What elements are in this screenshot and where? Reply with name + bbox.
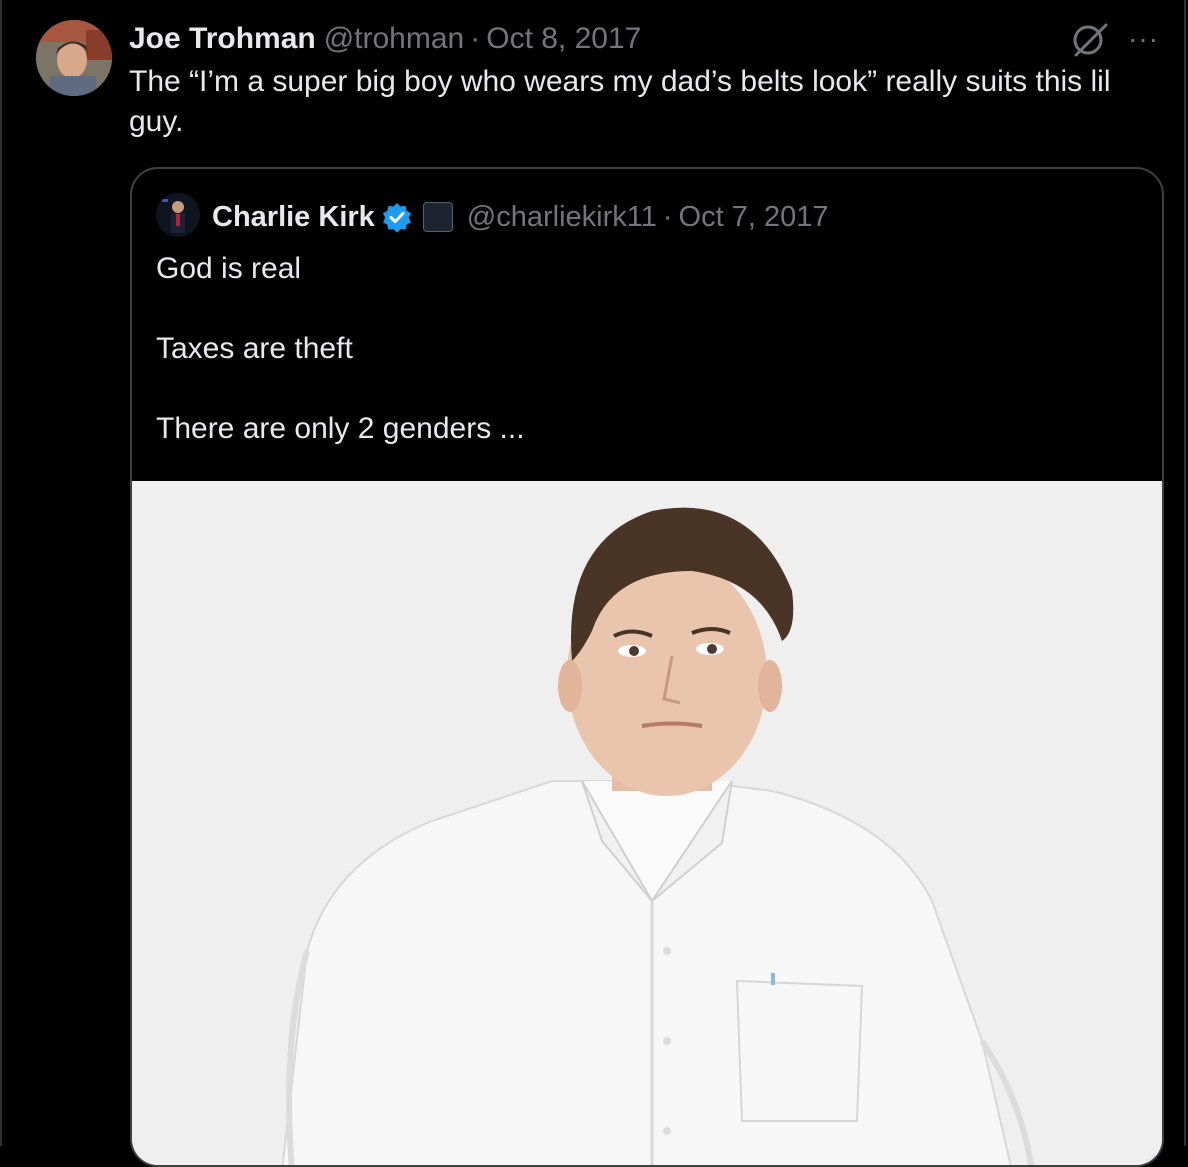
author-avatar[interactable] xyxy=(36,20,112,96)
quoted-tweet-header: Charlie Kirk @charliekirk11 · Oct 7, 201… xyxy=(212,197,828,237)
author-handle[interactable]: @trohman xyxy=(324,22,465,56)
tweet-header: Joe Trohman @trohman · Oct 8, 2017 xyxy=(129,19,641,59)
grok-button[interactable] xyxy=(1068,22,1112,58)
author-name[interactable]: Joe Trohman xyxy=(129,22,316,56)
quoted-tweet-date[interactable]: Oct 7, 2017 xyxy=(679,201,829,234)
affiliation-badge-icon[interactable] xyxy=(422,202,453,232)
profile-photo-icon xyxy=(36,20,112,96)
tweet-date[interactable]: Oct 8, 2017 xyxy=(486,22,641,56)
quoted-tweet-text: God is real Taxes are theft There are on… xyxy=(156,249,1136,489)
quoted-line: Taxes are theft xyxy=(156,332,353,365)
more-options-button[interactable]: ··· xyxy=(1128,24,1159,54)
quoted-author-name[interactable]: Charlie Kirk xyxy=(212,201,375,234)
separator-dot: · xyxy=(662,200,673,233)
quoted-author-handle[interactable]: @charliekirk11 xyxy=(467,201,657,234)
tweet-text: The “I’m a super big boy who wears my da… xyxy=(129,65,1111,138)
separator-dot: · xyxy=(470,22,481,55)
quoted-line: There are only 2 genders ... xyxy=(156,412,525,445)
grok-icon xyxy=(1073,23,1108,57)
quoted-author-avatar[interactable] xyxy=(156,193,200,237)
photo-image xyxy=(132,481,1162,1165)
profile-photo-icon xyxy=(156,193,200,237)
quoted-line: God is real xyxy=(156,252,302,285)
verified-badge-icon[interactable] xyxy=(381,201,413,233)
quoted-media-photo[interactable] xyxy=(132,481,1162,1165)
quoted-tweet[interactable]: Charlie Kirk @charliekirk11 · Oct 7, 201… xyxy=(130,167,1164,1167)
